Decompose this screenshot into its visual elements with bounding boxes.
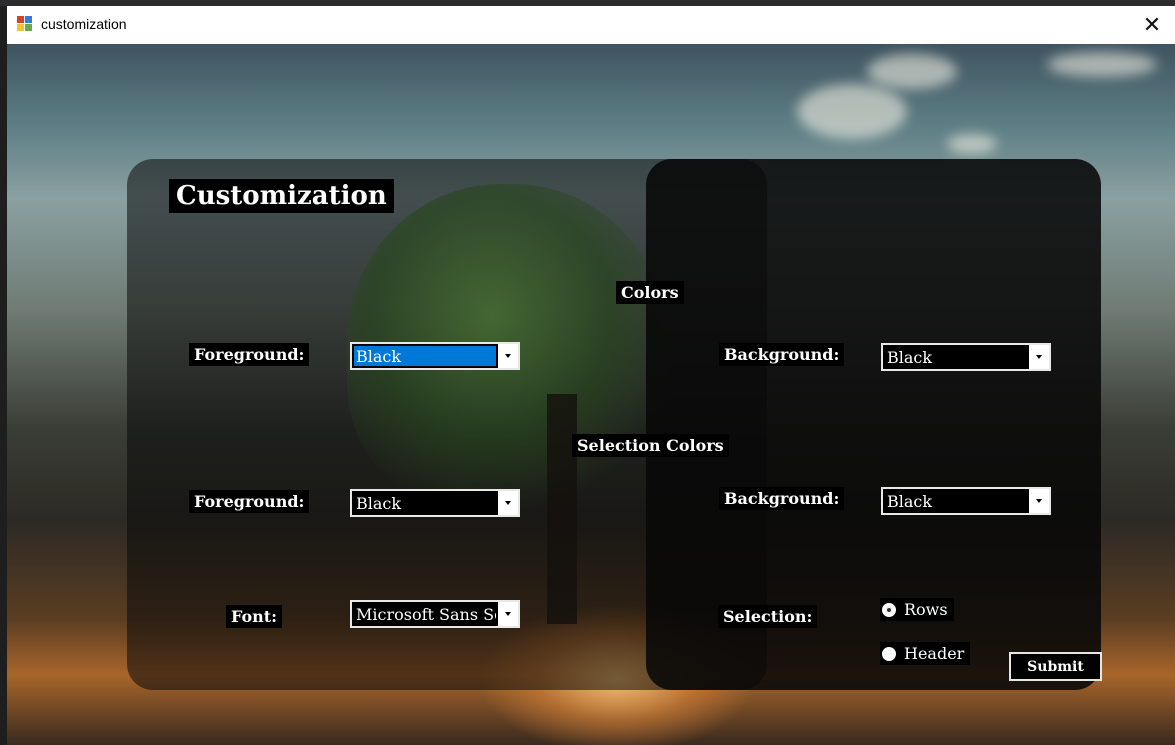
submit-button[interactable]: Submit [1009,652,1102,681]
colors-section-label: Colors [616,281,684,304]
background-label: Background: [719,343,845,366]
close-icon: ✕ [1142,12,1162,38]
background-cloud [1047,52,1157,77]
close-button[interactable]: ✕ [1129,6,1175,44]
radio-checked-icon [882,602,896,617]
chevron-down-icon[interactable] [1029,489,1049,513]
background-cloud [797,84,907,139]
selection-colors-section-label: Selection Colors [572,434,729,457]
selection-foreground-value: Black [356,494,402,513]
font-label: Font: [226,605,283,628]
chevron-down-icon[interactable] [498,491,518,515]
radio-unchecked-icon [882,646,896,661]
background-ide-edge [0,6,7,745]
radio-rows[interactable]: Rows [880,598,954,621]
radio-header[interactable]: Header [880,642,971,665]
form-client-area: Customization Colors Selection Colors Fo… [7,44,1175,745]
form-panel-right [646,159,1101,690]
selection-foreground-label: Foreground: [189,490,310,513]
radio-header-label: Header [904,644,965,663]
chevron-down-icon[interactable] [498,602,518,626]
font-select[interactable]: Microsoft Sans Seri [350,600,520,628]
window-title: customization [41,16,127,32]
background-tree-trunk [547,394,577,624]
background-cloud [867,54,957,89]
font-value: Microsoft Sans Seri [356,605,496,624]
selection-foreground-select[interactable]: Black [350,489,520,517]
selection-background-label: Background: [719,487,845,510]
selection-label: Selection: [718,605,818,628]
foreground-label: Foreground: [189,343,310,366]
selection-background-select[interactable]: Black [881,487,1051,515]
radio-rows-label: Rows [904,600,948,619]
customization-window: customization ✕ Customization Colors Sel… [7,6,1175,745]
foreground-color-value: Black [354,346,496,366]
background-color-value: Black [887,348,933,367]
selection-background-value: Black [887,492,933,511]
background-color-select[interactable]: Black [881,343,1051,371]
chevron-down-icon[interactable] [1029,345,1049,369]
page-title: Customization [169,179,394,213]
foreground-color-select[interactable]: Black [350,342,520,370]
chevron-down-icon[interactable] [498,344,518,368]
background-cloud [947,134,997,154]
app-form-icon [17,16,33,32]
title-bar: customization ✕ [7,6,1175,44]
